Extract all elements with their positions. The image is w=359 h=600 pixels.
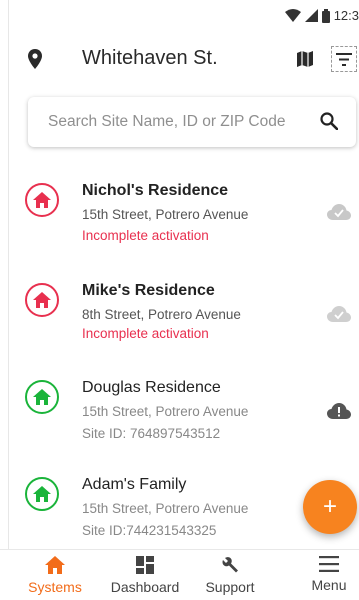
dashboard-icon [136, 556, 154, 574]
site-id: Site ID:744231543325 [82, 523, 217, 538]
signal-icon [304, 9, 318, 22]
battery-icon [321, 8, 330, 23]
site-name: Adam's Family [82, 476, 187, 493]
nav-label: Menu [311, 577, 347, 593]
bottom-nav: Systems Dashboard Support Menu [0, 549, 359, 600]
home-alert-icon [25, 283, 59, 317]
nav-menu[interactable]: Menu [289, 556, 359, 593]
site-list-item[interactable]: Douglas Residence 15th Street, Potrero A… [0, 367, 359, 463]
home-icon [45, 556, 65, 574]
home-ok-icon [25, 380, 59, 414]
cloud-check-icon [327, 204, 351, 220]
search-input[interactable]: Search Site Name, ID or ZIP Code [48, 113, 285, 131]
site-address: 15th Street, Potrero Avenue [82, 501, 249, 516]
location-title[interactable]: Whitehaven St. [82, 47, 218, 70]
map-icon [297, 51, 313, 67]
site-address: 15th Street, Potrero Avenue [82, 207, 249, 222]
wifi-icon [284, 9, 301, 22]
location-pin-icon[interactable] [28, 49, 42, 69]
home-alert-icon [25, 183, 59, 217]
status-time: 12:3 [333, 8, 359, 23]
map-button[interactable] [294, 48, 316, 70]
filter-icon [336, 52, 352, 66]
site-address: 8th Street, Potrero Avenue [82, 307, 241, 322]
site-address: 15th Street, Potrero Avenue [82, 404, 249, 419]
site-status: Incomplete activation [82, 228, 209, 243]
add-site-fab[interactable]: + [303, 480, 357, 534]
site-list-item[interactable]: Mike's Residence 8th Street, Potrero Ave… [0, 270, 359, 366]
status-icons: 12:3 [284, 8, 359, 23]
cloud-alert-icon [327, 403, 351, 419]
search-icon[interactable] [320, 112, 338, 130]
status-bar: 12:3 [0, 0, 359, 32]
wrench-icon [222, 557, 238, 573]
cloud-check-icon [327, 306, 351, 322]
home-ok-icon [25, 477, 59, 511]
location-header: Whitehaven St. [0, 36, 359, 80]
nav-label: Systems [28, 579, 82, 595]
site-list-item[interactable]: Nichol's Residence 15th Street, Potrero … [0, 170, 359, 266]
site-name: Nichol's Residence [82, 182, 229, 199]
plus-icon: + [322, 493, 337, 520]
site-id: Site ID: 764897543512 [82, 426, 221, 441]
site-name: Mike's Residence [82, 282, 215, 299]
nav-label: Support [205, 579, 255, 595]
search-bar[interactable]: Search Site Name, ID or ZIP Code [28, 97, 356, 147]
nav-systems[interactable]: Systems [15, 556, 95, 595]
menu-icon [319, 556, 339, 572]
site-name: Douglas Residence [82, 379, 221, 396]
filter-button[interactable] [331, 46, 357, 72]
site-status: Incomplete activation [82, 326, 209, 341]
nav-label: Dashboard [110, 579, 180, 595]
nav-support[interactable]: Support [190, 556, 270, 595]
nav-dashboard[interactable]: Dashboard [105, 556, 185, 595]
